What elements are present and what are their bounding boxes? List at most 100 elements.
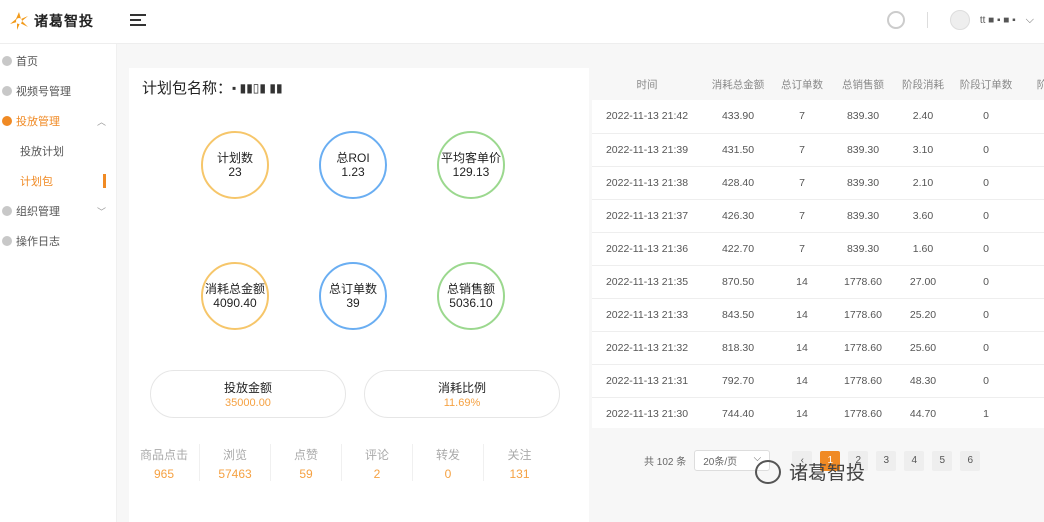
page-button-4[interactable]: 4 [904, 450, 925, 471]
table-cell: 0 [950, 364, 1022, 398]
table-cell: 25.60 [896, 331, 950, 365]
stat-label: 点赞 [293, 448, 318, 462]
menu-toggle-icon[interactable] [130, 14, 146, 28]
metric-value: 129.13 [452, 165, 490, 179]
table-cell: 1778.60 [830, 364, 896, 398]
sidebar-item-org-management[interactable]: 组织管理 ﹀ [0, 196, 116, 226]
table-cell: 0 [950, 298, 1022, 332]
table-cell: 843.50 [702, 298, 774, 332]
sidebar-item-video-account[interactable]: 视频号管理 [0, 76, 116, 106]
home-icon [2, 56, 12, 66]
app-name: 诸葛智投 [34, 13, 94, 29]
metric-value: 5036.10 [449, 296, 493, 310]
table-cell: 2022-11-13 21:36 [592, 232, 702, 266]
table-cell: 7 [774, 199, 830, 233]
table-row[interactable]: 2022-11-13 21:35 870.50 14 1778.60 27.00 0 [592, 265, 1044, 299]
table-cell: 818.30 [702, 331, 774, 365]
sidebar-item-ad-management[interactable]: 投放管理 ︿ [0, 106, 116, 136]
metric-total-roi: 总ROI 1.23 [319, 131, 387, 199]
watermark-text: 诸葛智投 [789, 463, 866, 484]
table-cell-overflow [1022, 397, 1044, 428]
table-cell: 2022-11-13 21:33 [592, 298, 702, 332]
table-cell: 1778.60 [830, 265, 896, 299]
table-row[interactable]: 2022-11-13 21:38 428.40 7 839.30 2.10 0 [592, 166, 1044, 200]
avatar[interactable] [949, 10, 970, 30]
sidebar-item-ad-plan[interactable]: 投放计划 [0, 136, 116, 166]
page-button-3[interactable]: 3 [876, 450, 897, 471]
table-cell-overflow [1022, 331, 1044, 365]
page-button-5[interactable]: 5 [932, 450, 953, 471]
table-cell: 1 [950, 397, 1022, 428]
chevron-up-icon: ︿ [96, 116, 106, 127]
table-row[interactable]: 2022-11-13 21:30 744.40 14 1778.60 44.70 1 [592, 397, 1044, 428]
metric-plan-count: 计划数 23 [201, 131, 269, 199]
table-cell: 7 [774, 232, 830, 266]
table-cell: 792.70 [702, 364, 774, 398]
sidebar-item-home[interactable]: 首页 [0, 46, 116, 76]
table-cell: 839.30 [830, 100, 896, 134]
stat-product-clicks: 商品点击 965 [129, 444, 200, 481]
log-icon [2, 236, 12, 246]
stat-comments: 评论 2 [342, 444, 413, 481]
page-button-6[interactable]: 6 [960, 450, 981, 471]
divider [926, 12, 928, 28]
metric-total-sales: 总销售额 5036.10 [437, 262, 505, 330]
table-cell: 7 [774, 100, 830, 134]
stat-label: 转发 [435, 448, 460, 462]
page-size-value: 20条/页 [703, 457, 738, 468]
app-logo[interactable]: 诸葛智投 [8, 10, 94, 32]
stat-likes: 点赞 59 [271, 444, 342, 481]
table-row[interactable]: 2022-11-13 21:42 433.90 7 839.30 2.40 0 [592, 100, 1044, 134]
column-header[interactable]: 时间 [592, 68, 702, 100]
sidebar-item-label: 投放管理 [16, 116, 60, 128]
metric-avg-order-value: 平均客单价 129.13 [437, 131, 505, 199]
table-row[interactable]: 2022-11-13 21:32 818.30 14 1778.60 25.60 0 [592, 331, 1044, 365]
table-cell: 0 [950, 100, 1022, 134]
table-cell-overflow [1022, 100, 1044, 134]
user-area: tt ■ ▪ ■ ▪ ⌵ [886, 10, 1034, 30]
table-row[interactable]: 2022-11-13 21:36 422.70 7 839.30 1.60 0 [592, 232, 1044, 266]
metric-value: 4090.40 [213, 296, 257, 310]
sidebar: 首页 视频号管理 投放管理 ︿ 投放计划 计划包 组织管理 ﹀ 操作日志 [0, 44, 117, 522]
table-cell: 14 [774, 364, 830, 398]
table-cell-overflow [1022, 298, 1044, 332]
stat-value: 2 [373, 467, 381, 481]
column-header[interactable]: 阶 [1022, 68, 1044, 100]
table-cell: 27.00 [896, 265, 950, 299]
table-cell: 14 [774, 331, 830, 365]
table-header-row: 时间 消耗总金额 总订单数 总销售额 阶段消耗 阶段订单数 阶 [592, 68, 1044, 100]
chevron-down-icon[interactable]: ⌵ [1026, 14, 1034, 27]
user-name[interactable]: tt ■ ▪ ■ ▪ [980, 15, 1016, 26]
table-cell: 0 [950, 133, 1022, 167]
table-cell: 2022-11-13 21:39 [592, 133, 702, 167]
table-row[interactable]: 2022-11-13 21:39 431.50 7 839.30 3.10 0 [592, 133, 1044, 167]
pie-icon [2, 116, 12, 126]
stat-value: 59 [299, 467, 313, 481]
column-header[interactable]: 阶段订单数 [950, 68, 1022, 100]
table-cell: 426.30 [702, 199, 774, 233]
table-cell: 3.10 [896, 133, 950, 167]
sidebar-item-operation-log[interactable]: 操作日志 [0, 226, 116, 256]
table-row[interactable]: 2022-11-13 21:31 792.70 14 1778.60 48.30 0 [592, 364, 1044, 398]
table-cell: 2022-11-13 21:32 [592, 331, 702, 365]
column-header[interactable]: 消耗总金额 [702, 68, 774, 100]
column-header[interactable]: 总订单数 [774, 68, 830, 100]
table-row[interactable]: 2022-11-13 21:33 843.50 14 1778.60 25.20 0 [592, 298, 1044, 332]
pill-label: 投放金额 [223, 381, 272, 395]
table-cell-overflow [1022, 232, 1044, 266]
user-icon [2, 86, 12, 96]
table-cell: 2.10 [896, 166, 950, 200]
table-cell: 2022-11-13 21:38 [592, 166, 702, 200]
pill-spend-ratio: 消耗比例 11.69% [364, 370, 560, 418]
table-row[interactable]: 2022-11-13 21:37 426.30 7 839.30 3.60 0 [592, 199, 1044, 233]
top-bar: 诸葛智投 tt ■ ▪ ■ ▪ ⌵ [0, 0, 1044, 44]
sidebar-item-plan-package[interactable]: 计划包 [0, 166, 116, 196]
engagement-stats: 商品点击 965 浏览 57463 点赞 59 评论 2 转发 0 关注 131 [129, 444, 589, 481]
table-cell: 2022-11-13 21:42 [592, 100, 702, 134]
sidebar-item-label: 首页 [16, 56, 38, 68]
table-cell: 744.40 [702, 397, 774, 428]
refresh-icon[interactable] [886, 11, 905, 29]
package-name: ▪ ▮▮▯▮ ▮▮ [232, 80, 283, 95]
column-header[interactable]: 总销售额 [830, 68, 896, 100]
column-header[interactable]: 阶段消耗 [896, 68, 950, 100]
